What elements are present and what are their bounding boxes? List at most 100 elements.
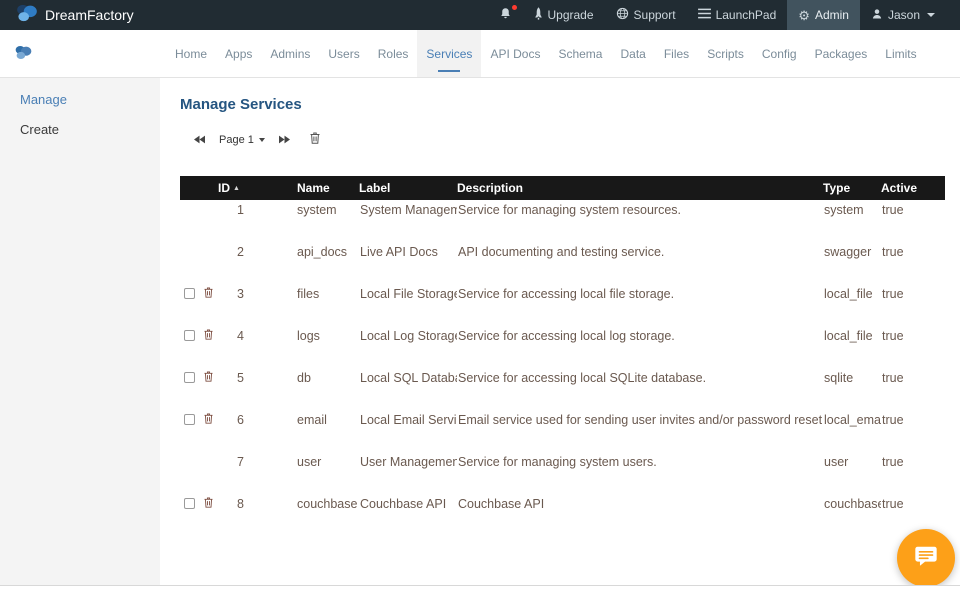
last-page-button[interactable] [279,131,290,149]
trash-icon [204,371,213,382]
cell-active: true [881,242,945,284]
tab-limits[interactable]: Limits [876,30,925,77]
trash-icon [310,131,320,149]
cell-id: 6 [218,410,254,452]
col-header-type[interactable]: Type [823,176,881,200]
globe-icon [616,7,629,23]
first-page-icon [194,131,205,149]
cell-id: 1 [218,200,254,242]
table-row: 1 system System Management Service for m… [180,200,945,242]
sidebar-item-manage[interactable]: Manage [0,85,160,115]
support-button[interactable]: Support [605,0,687,30]
tab-users[interactable]: Users [319,30,368,77]
launchpad-button[interactable]: LaunchPad [687,0,788,30]
tab-scripts[interactable]: Scripts [698,30,753,77]
row-select-checkbox[interactable] [184,288,195,299]
cell-active: true [881,410,945,452]
main-panel: Manage Services Page 1 [160,78,960,585]
chat-launcher-button[interactable] [897,529,955,587]
trash-icon [204,413,213,424]
chat-bubble-icon [913,543,939,574]
rocket-icon [534,7,543,23]
bell-icon [499,7,512,23]
cell-id: 8 [218,494,254,536]
tab-packages[interactable]: Packages [806,30,877,77]
tab-roles[interactable]: Roles [369,30,418,77]
row-delete-button[interactable] [204,287,213,301]
cell-description: Email service used for sending user invi… [457,410,823,452]
tab-data[interactable]: Data [611,30,654,77]
caret-down-icon [927,13,935,17]
user-name-label: Jason [888,8,920,22]
cell-active: true [881,200,945,242]
gear-icon: ⚙ [798,9,810,22]
table-row: 7 user User Management Service for manag… [180,452,945,494]
upgrade-label: Upgrade [548,8,594,22]
row-delete-button[interactable] [204,371,213,385]
cell-label: Live API Docs [359,242,457,284]
col-header-id[interactable]: ID▲ [218,176,254,200]
upgrade-button[interactable]: Upgrade [523,0,605,30]
col-header-description[interactable]: Description [457,176,823,200]
cell-type: local_file [823,284,881,326]
row-select-checkbox[interactable] [184,372,195,383]
row-select-checkbox[interactable] [184,498,195,509]
col-header-name[interactable]: Name [254,176,359,200]
admin-button[interactable]: ⚙ Admin [787,0,860,30]
col-header-label[interactable]: Label [359,176,457,200]
cell-name: files [254,284,359,326]
list-icon [698,8,711,22]
cell-type: swagger [823,242,881,284]
table-row: 5 db Local SQL Database Service for acce… [180,368,945,410]
trash-icon [204,329,213,340]
notifications-button[interactable] [488,0,523,30]
cell-description: API documenting and testing service. [457,242,823,284]
sidebar-item-create[interactable]: Create [0,115,160,145]
tab-files[interactable]: Files [655,30,698,77]
delete-selected-button[interactable] [310,131,320,149]
user-menu-button[interactable]: Jason [860,0,946,30]
row-delete-button[interactable] [204,497,213,511]
tab-apps[interactable]: Apps [216,30,261,77]
cell-name: couchbase [254,494,359,536]
cell-description: Couchbase API [457,494,823,536]
tab-home[interactable]: Home [166,30,216,77]
footer-divider [0,585,960,594]
notification-dot [512,5,517,10]
brand-name: DreamFactory [45,7,134,23]
table-header-row: ID▲ Name Label Description Type Active [180,176,945,200]
page-selector[interactable]: Page 1 [219,134,265,146]
row-delete-button[interactable] [204,329,213,343]
cell-label: Local File Storage [359,284,457,326]
cell-label: Couchbase API [359,494,457,536]
services-table-body: 1 system System Management Service for m… [180,200,945,536]
cell-id: 4 [218,326,254,368]
page-title: Manage Services [180,96,945,114]
cell-active: true [881,284,945,326]
trash-icon [204,287,213,298]
launchpad-label: LaunchPad [716,8,777,22]
sidebar: ManageCreate [0,78,160,585]
cell-name: api_docs [254,242,359,284]
cell-description: Service for accessing local log storage. [457,326,823,368]
brand[interactable]: DreamFactory [0,0,134,30]
row-delete-button[interactable] [204,413,213,427]
cell-description: Service for accessing local SQLite datab… [457,368,823,410]
tab-api-docs[interactable]: API Docs [481,30,549,77]
cell-label: Local Log Storage [359,326,457,368]
row-select-checkbox[interactable] [184,414,195,425]
support-label: Support [634,8,676,22]
tab-config[interactable]: Config [753,30,806,77]
col-header-active[interactable]: Active [881,176,945,200]
tab-schema[interactable]: Schema [549,30,611,77]
first-page-button[interactable] [194,131,205,149]
topbar: DreamFactory Upgrade [0,0,960,30]
nav-tabs: HomeAppsAdminsUsersRolesServicesAPI Docs… [166,30,960,77]
cell-id: 3 [218,284,254,326]
row-select-checkbox[interactable] [184,330,195,341]
tab-admins[interactable]: Admins [261,30,319,77]
tab-services[interactable]: Services [417,30,481,77]
table-row: 4 logs Local Log Storage Service for acc… [180,326,945,368]
table-row: 8 couchbase Couchbase API Couchbase API … [180,494,945,536]
services-section-icon [15,45,32,65]
